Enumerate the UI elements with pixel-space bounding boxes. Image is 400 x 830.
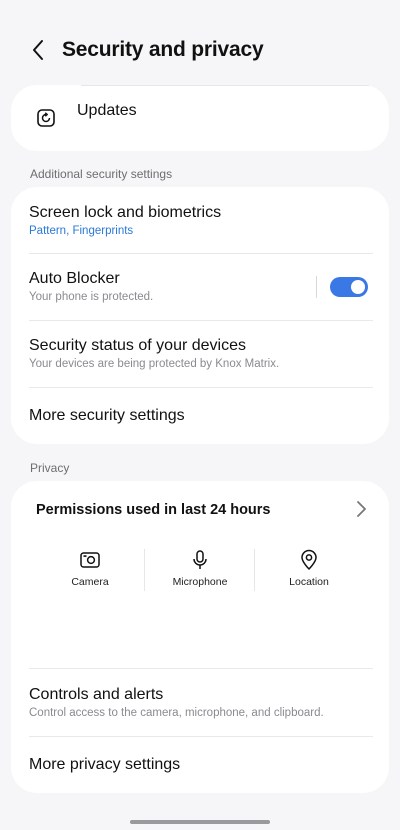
location-icon [301,549,317,570]
screen-lock-title: Screen lock and biometrics [29,204,222,221]
permission-camera[interactable]: Camera [35,549,145,605]
more-security-settings-item[interactable]: More security settings [11,388,389,444]
microphone-icon [193,550,207,569]
auto-blocker-title: Auto Blocker [29,270,120,287]
back-button[interactable] [18,30,58,70]
update-icon [37,109,55,127]
controls-title: Controls and alerts [29,686,164,703]
screen-lock-subtitle: Pattern, Fingerprints [29,225,134,237]
controls-subtitle: Control access to the camera, microphone… [29,707,324,719]
auto-blocker-subtitle: Your phone is protected. [29,291,154,303]
permission-location[interactable]: Location [254,549,364,605]
home-indicator[interactable] [130,820,270,824]
updates-label: Updates [77,102,137,119]
more-security-title: More security settings [29,407,185,424]
device-security-status-item[interactable]: Security status of your devices Your dev… [11,321,389,387]
privacy-card: Permissions used in last 24 hours Camera… [11,481,389,793]
auto-blocker-toggle[interactable] [330,277,368,297]
chevron-right-icon[interactable] [351,499,371,519]
device-status-subtitle: Your devices are being protected by Knox… [29,358,280,370]
permission-microphone[interactable]: Microphone [145,549,255,605]
section-header-privacy: Privacy [30,461,70,475]
section-header-additional-security: Additional security settings [30,167,173,181]
security-settings-card: Screen lock and biometrics Pattern, Fing… [11,187,389,444]
toggle-knob [351,280,365,294]
permissions-title: Permissions used in last 24 hours [36,502,271,518]
chevron-left-icon [33,40,43,60]
camera-icon [80,552,100,568]
more-privacy-title: More privacy settings [29,756,181,773]
permission-label: Microphone [172,576,228,588]
device-status-title: Security status of your devices [29,337,246,354]
controls-and-alerts-item[interactable]: Controls and alerts Control access to th… [11,669,389,735]
screen-lock-item[interactable]: Screen lock and biometrics Pattern, Fing… [11,187,389,253]
updates-item[interactable]: Updates [11,85,389,151]
permission-label: Camera [71,576,109,588]
permission-label: Location [289,576,329,588]
app-header: Security and privacy [0,26,400,74]
more-privacy-settings-item[interactable]: More privacy settings [11,737,389,793]
toggle-separator [316,276,317,298]
updates-card: Updates [11,85,389,151]
auto-blocker-item[interactable]: Auto Blocker Your phone is protected. [11,254,389,320]
page-title: Security and privacy [62,38,264,61]
